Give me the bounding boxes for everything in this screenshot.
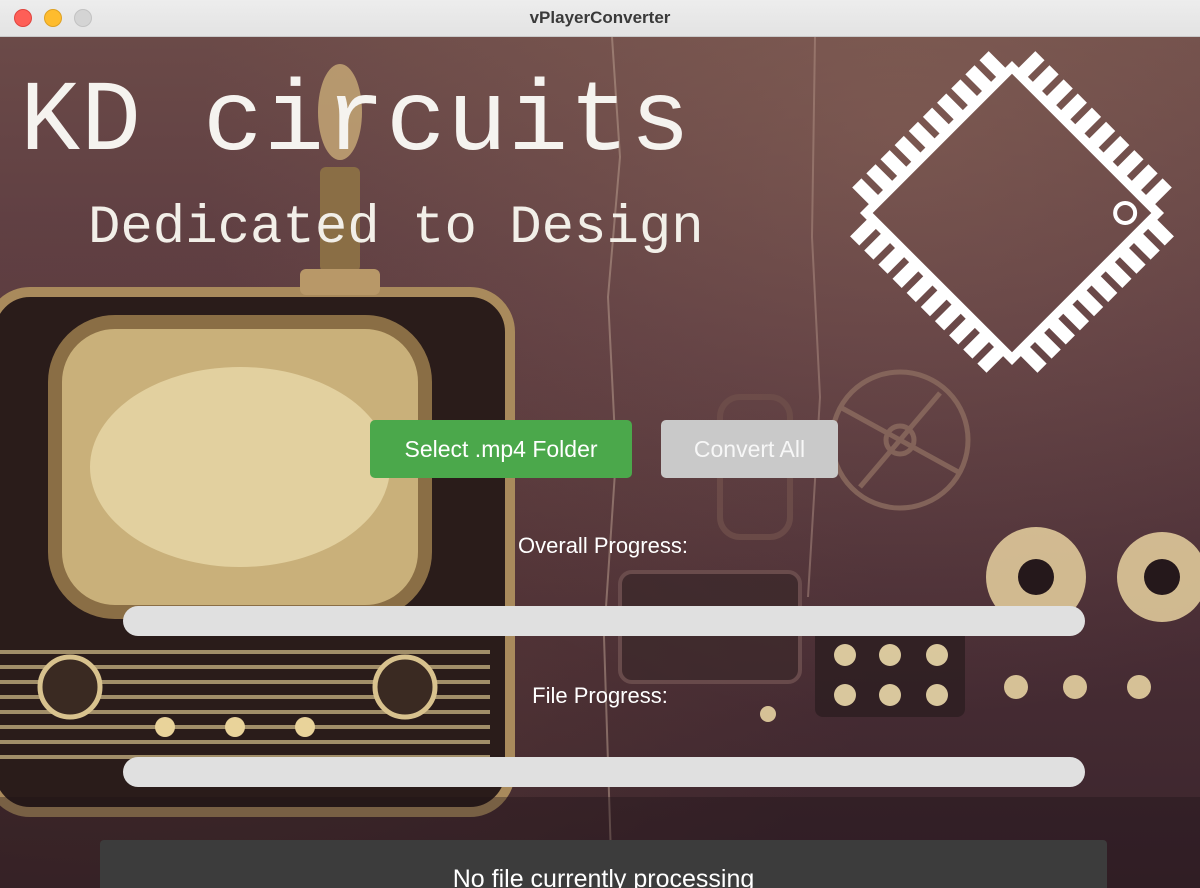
ic-chip-icon — [850, 51, 1174, 373]
select-folder-button[interactable]: Select .mp4 Folder — [370, 420, 632, 478]
convert-all-button[interactable]: Convert All — [661, 420, 838, 478]
main-content: KD circuits Dedicated to Design Select .… — [0, 37, 1200, 888]
file-progress-label: File Progress: — [532, 683, 668, 708]
title-bar: vPlayerConverter — [0, 0, 1200, 37]
file-progress-bar — [123, 757, 1085, 787]
overall-progress-label: Overall Progress: — [518, 533, 688, 558]
app-window: vPlayerConverter KD circuits Dedicated t… — [0, 0, 1200, 888]
status-panel: No file currently processing — [100, 840, 1107, 888]
overall-progress-bar — [123, 606, 1085, 636]
brand-title: KD circuits — [20, 67, 692, 180]
status-text: No file currently processing — [452, 865, 755, 888]
window-title: vPlayerConverter — [529, 8, 671, 27]
brand-subtitle: Dedicated to Design — [88, 198, 704, 259]
